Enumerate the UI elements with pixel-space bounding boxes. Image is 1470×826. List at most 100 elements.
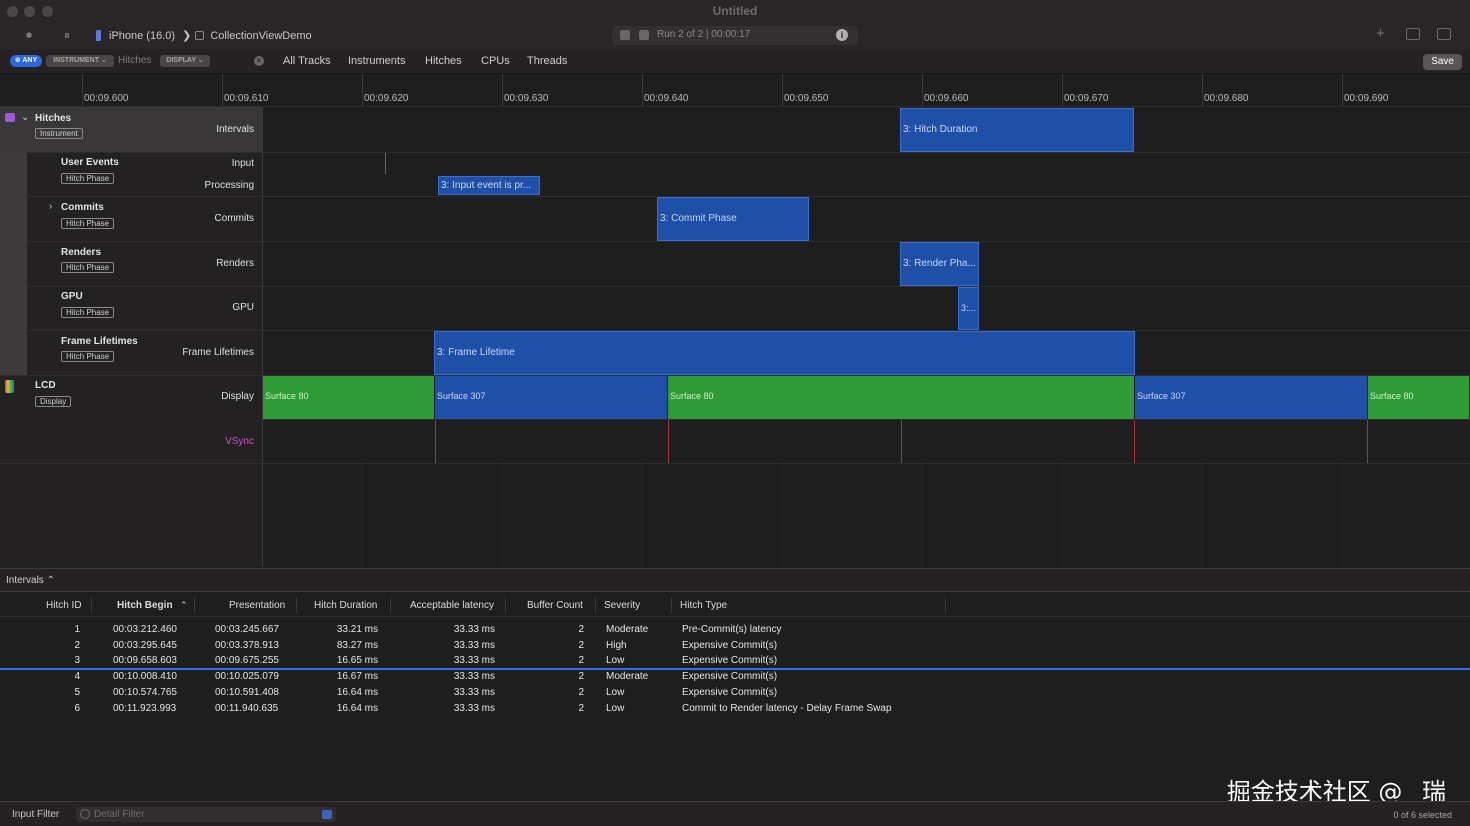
track-tag: Display	[35, 396, 72, 407]
clear-filter-icon[interactable]: ×	[254, 56, 264, 66]
run-status: Run 2 of 2 | 00:00:17	[657, 29, 751, 40]
interval-hitch-duration[interactable]: 3: Hitch Duration	[900, 108, 1134, 152]
filter-token-instrument[interactable]: INSTRUMENT ⌄	[46, 55, 114, 67]
column-hitch-type[interactable]: Hitch Type	[680, 600, 727, 611]
chevron-right-icon[interactable]: ›	[49, 201, 52, 212]
info-icon[interactable]: i	[836, 29, 848, 41]
column-divider[interactable]	[296, 597, 297, 613]
vsync-marker[interactable]	[1367, 420, 1368, 463]
sort-ascending-icon[interactable]: ⌃	[180, 600, 188, 611]
table-row[interactable]: 6 00:11.923.993 00:11.940.635 16.64 ms 3…	[0, 700, 1470, 716]
previous-run-icon[interactable]	[620, 30, 630, 40]
column-divider[interactable]	[945, 597, 946, 613]
display-surface[interactable]: Surface 307	[435, 376, 668, 419]
lane-label-commits: Commits	[214, 213, 254, 224]
vsync-marker[interactable]	[435, 420, 436, 463]
detail-filter-input[interactable]: Detail Filter	[76, 807, 336, 822]
chevron-down-icon[interactable]: ⌄	[21, 112, 29, 123]
column-divider[interactable]	[671, 597, 672, 613]
next-run-icon[interactable]	[639, 30, 649, 40]
vsync-marker[interactable]	[901, 420, 902, 463]
filter-token-hitches[interactable]: Hitches	[118, 55, 158, 67]
cell-severity: Low	[606, 655, 625, 666]
cell-acceptable-latency: 33.33 ms	[453, 687, 495, 698]
tab-instruments[interactable]: Instruments	[348, 55, 405, 67]
right-panel-toggle-icon[interactable]	[1437, 28, 1451, 40]
detail-view-selector[interactable]: Intervals ⌃	[6, 575, 55, 586]
lane-label-gpu: GPU	[232, 302, 254, 313]
bottom-panel-toggle-icon[interactable]	[1406, 28, 1420, 40]
tab-all-tracks[interactable]: All Tracks	[283, 55, 331, 67]
column-hitch-begin[interactable]: Hitch Begin	[117, 600, 173, 611]
lane-label-intervals: Intervals	[216, 124, 254, 135]
tab-hitches[interactable]: Hitches	[425, 55, 462, 67]
table-row[interactable]: 3 00:09.658.603 00:09.675.255 16.65 ms 3…	[0, 652, 1470, 668]
filter-token-display[interactable]: DISPLAY ⌄	[160, 55, 210, 67]
table-row[interactable]: 2 00:03.295.645 00:03.378.913 83.27 ms 3…	[0, 637, 1470, 653]
column-divider[interactable]	[390, 597, 391, 613]
target-selector[interactable]: iPhone (16.0) ❯ CollectionViewDemo	[96, 29, 312, 42]
add-icon[interactable]: +	[1376, 25, 1385, 42]
ruler-tick	[642, 74, 643, 106]
display-surface[interactable]: Surface 80	[1368, 376, 1470, 419]
column-divider[interactable]	[194, 597, 195, 613]
time-ruler[interactable]	[0, 74, 1470, 107]
cell-severity: Moderate	[606, 671, 649, 682]
display-surface[interactable]: Surface 80	[263, 376, 435, 419]
tab-cpus[interactable]: CPUs	[481, 55, 510, 67]
column-hitch-duration[interactable]: Hitch Duration	[314, 600, 377, 611]
lane-label-renders: Renders	[216, 258, 254, 269]
cell-buffer-count: 2	[578, 687, 584, 698]
table-row[interactable]: 5 00:10.574.765 00:10.591.408 16.64 ms 3…	[0, 684, 1470, 700]
vsync-marker[interactable]	[1134, 420, 1135, 463]
table-row[interactable]: 1 00:03.212.460 00:03.245.667 33.21 ms 3…	[0, 621, 1470, 637]
cell-hitch-type: Pre-Commit(s) latency	[682, 624, 782, 635]
run-selector[interactable]: Run 2 of 2 | 00:00:17 i	[612, 26, 858, 45]
grid-line	[922, 463, 923, 567]
ruler-label: 00:09.650	[784, 93, 829, 104]
column-divider[interactable]	[595, 597, 596, 613]
display-surface[interactable]: Surface 80	[668, 376, 1135, 419]
column-hitch-id[interactable]: Hitch ID	[46, 600, 82, 611]
column-acceptable-latency[interactable]: Acceptable latency	[410, 600, 494, 611]
ruler-tick	[1342, 74, 1343, 106]
save-button[interactable]: Save	[1423, 54, 1462, 70]
ruler-tick	[222, 74, 223, 106]
grid-line	[782, 463, 783, 567]
tab-threads[interactable]: Threads	[527, 55, 567, 67]
column-severity[interactable]: Severity	[604, 600, 640, 611]
display-surface[interactable]: Surface 307	[1135, 376, 1368, 419]
app-name: CollectionViewDemo	[210, 30, 312, 42]
cell-presentation: 00:09.675.255	[215, 655, 279, 666]
iphone-icon	[96, 30, 101, 41]
track-tag: Hitch Phase	[61, 173, 115, 184]
cell-hitch-type: Expensive Commit(s)	[682, 687, 778, 698]
table-header: Hitch ID Hitch Begin ⌃ Presentation Hitc…	[0, 593, 1470, 617]
column-presentation[interactable]: Presentation	[229, 600, 285, 611]
interval-frame-lifetime[interactable]: 3: Frame Lifetime	[434, 331, 1135, 375]
track-title-commits: Commits	[61, 202, 104, 213]
interval-input-event[interactable]: 3: Input event is pr...	[438, 176, 540, 195]
cell-hitch-begin: 00:10.574.765	[113, 687, 177, 698]
interval-render-phase[interactable]: 3: Render Pha...	[900, 242, 979, 286]
record-icon[interactable]: ⏺	[26, 28, 32, 43]
interval-gpu[interactable]: 3:...	[958, 287, 979, 330]
track-filter-field[interactable]: ⊛ ANY INSTRUMENT ⌄ Hitches DISPLAY ⌄ ×	[8, 54, 268, 69]
column-divider[interactable]	[91, 597, 92, 613]
column-buffer-count[interactable]: Buffer Count	[527, 600, 583, 611]
filter-options-icon[interactable]	[322, 810, 332, 819]
column-divider[interactable]	[505, 597, 506, 613]
cell-hitch-type: Expensive Commit(s)	[682, 671, 778, 682]
filter-token-any[interactable]: ⊛ ANY	[10, 55, 42, 67]
input-filter-label[interactable]: Input Filter	[12, 809, 59, 820]
table-row[interactable]: 4 00:10.008.410 00:10.025.079 16.67 ms 3…	[0, 668, 1470, 684]
ruler-label: 00:09.660	[924, 93, 969, 104]
input-event-marker[interactable]	[385, 153, 386, 174]
ruler-tick	[82, 74, 83, 106]
pause-icon[interactable]: ⏸	[64, 28, 70, 43]
cell-presentation: 00:10.591.408	[215, 687, 279, 698]
interval-commit-phase[interactable]: 3: Commit Phase	[657, 197, 809, 241]
cell-acceptable-latency: 33.33 ms	[453, 703, 495, 714]
detail-filter-placeholder: Detail Filter	[94, 809, 145, 820]
vsync-marker[interactable]	[668, 420, 669, 463]
